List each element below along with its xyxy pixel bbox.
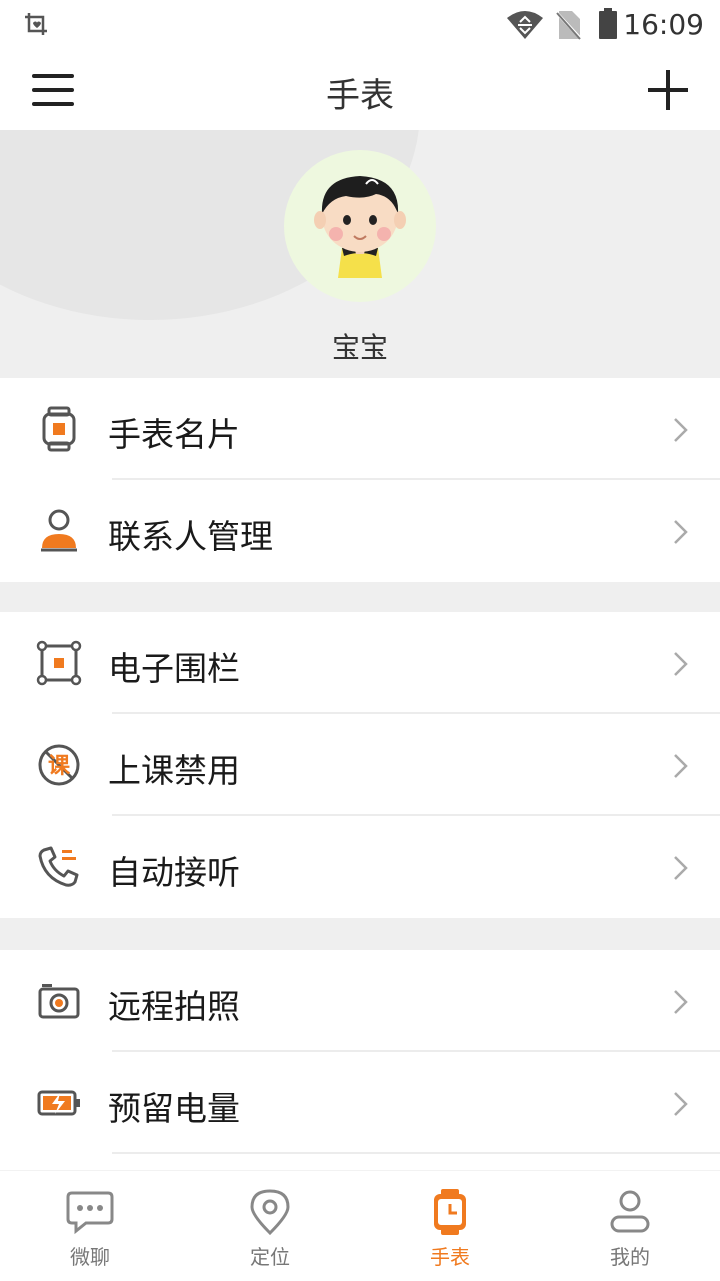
wifi-icon <box>507 11 543 39</box>
contacts-icon <box>41 509 77 552</box>
tab-watch-label: 手表 <box>430 1245 470 1269</box>
child-avatar-icon <box>314 176 406 278</box>
remote-photo-row[interactable]: 远程拍照 <box>0 950 720 1052</box>
chevron-right-icon <box>674 856 688 880</box>
contacts-row[interactable]: 联系人管理 <box>0 480 720 582</box>
geofence-row[interactable]: 电子围栏 <box>0 612 720 714</box>
watch-icon <box>434 1189 466 1235</box>
tab-profile-label: 我的 <box>610 1245 650 1269</box>
section-gap <box>0 582 720 612</box>
auto-answer-icon <box>38 846 79 887</box>
tab-profile[interactable]: 我的 <box>540 1171 720 1281</box>
screenshot-crop-icon <box>25 13 47 35</box>
profile-name: 宝宝 <box>331 331 388 364</box>
tab-chat[interactable]: 微聊 <box>0 1171 180 1281</box>
profile-icon <box>610 1190 650 1233</box>
geofence-label: 电子围栏 <box>108 649 240 688</box>
tab-location[interactable]: 定位 <box>180 1171 360 1281</box>
app-bar: 手表 <box>0 50 720 130</box>
chevron-right-icon <box>674 990 688 1014</box>
divider <box>112 1152 720 1154</box>
settings-section-3: 远程拍照 预留电量 <box>0 950 720 1154</box>
status-bar: 16:09 <box>0 0 720 50</box>
chevron-right-icon <box>674 754 688 778</box>
tab-chat-label: 微聊 <box>70 1245 110 1269</box>
tab-location-label: 定位 <box>250 1245 290 1269</box>
watch-card-row[interactable]: 手表名片 <box>0 378 720 480</box>
battery-icon <box>599 8 617 39</box>
add-icon[interactable] <box>646 68 690 112</box>
avatar[interactable] <box>284 150 436 302</box>
watch-card-icon <box>42 406 76 452</box>
chevron-right-icon <box>674 418 688 442</box>
battery-reserve-row[interactable]: 预留电量 <box>0 1052 720 1154</box>
settings-section-1: 手表名片 联系人管理 <box>0 378 720 582</box>
geofence-icon <box>36 640 82 686</box>
camera-icon <box>38 984 80 1019</box>
section-gap <box>0 918 720 950</box>
page-title: 手表 <box>326 76 394 116</box>
chevron-right-icon <box>674 520 688 544</box>
battery-reserve-icon <box>37 1090 80 1116</box>
svg-text:课: 课 <box>48 754 71 779</box>
battery-reserve-label: 预留电量 <box>108 1089 240 1128</box>
auto-answer-row[interactable]: 自动接听 <box>0 816 720 918</box>
auto-answer-label: 自动接听 <box>108 853 240 892</box>
settings-section-2: 电子围栏 课 上课禁用 自动接听 <box>0 612 720 918</box>
chevron-right-icon <box>674 652 688 676</box>
chat-icon <box>66 1191 114 1235</box>
chevron-right-icon <box>674 1092 688 1116</box>
contacts-label: 联系人管理 <box>108 517 273 556</box>
class-disable-row[interactable]: 课 上课禁用 <box>0 714 720 816</box>
watch-card-label: 手表名片 <box>108 415 240 454</box>
remote-photo-label: 远程拍照 <box>108 987 240 1026</box>
no-sim-icon <box>556 10 582 40</box>
class-disable-icon: 课 <box>38 744 80 786</box>
class-disable-label: 上课禁用 <box>108 751 240 790</box>
location-icon <box>250 1189 290 1235</box>
profile-header: 宝宝 <box>0 130 720 378</box>
tab-watch[interactable]: 手表 <box>360 1171 540 1281</box>
bottom-tab-bar: 微聊 定位 手表 我的 <box>0 1170 720 1280</box>
status-time: 16:09 <box>623 8 704 41</box>
